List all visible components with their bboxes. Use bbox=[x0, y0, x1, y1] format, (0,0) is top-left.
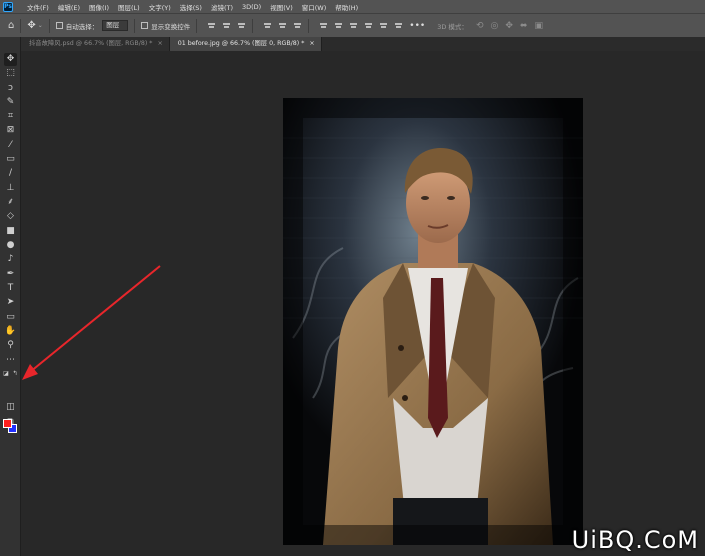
move-tool-icon[interactable]: ✥ bbox=[27, 20, 35, 31]
default-colors-icon[interactable]: ◪ bbox=[2, 367, 10, 380]
slide-3d-icon[interactable]: ⬌ bbox=[520, 21, 528, 31]
home-icon[interactable]: ⌂ bbox=[8, 20, 14, 31]
divider bbox=[196, 18, 198, 33]
menu-window[interactable]: 窗口(W) bbox=[302, 2, 327, 12]
move-tool-icon[interactable]: ✥ bbox=[4, 53, 17, 66]
type-tool-icon[interactable]: T bbox=[4, 282, 17, 295]
distribute-buttons bbox=[319, 21, 403, 30]
align-buttons-vertical bbox=[263, 21, 302, 30]
divider bbox=[48, 18, 50, 33]
tools-panel: ✥ ⬚ ↄ ✎ ⌗ ⊠ ⁄ ▭ / ⊥ ⸙ ◇ ■ ● ♪ ✒ T ➤ ▭ ✋ … bbox=[0, 37, 21, 556]
dodge-tool-icon[interactable]: ♪ bbox=[4, 253, 17, 266]
align-bottom-icon[interactable] bbox=[293, 21, 302, 30]
align-center-icon[interactable] bbox=[222, 21, 231, 30]
distribute-bottom-icon[interactable] bbox=[349, 21, 358, 30]
healing-brush-tool-icon[interactable]: ▭ bbox=[4, 153, 17, 166]
zoom-tool-icon[interactable]: ⚲ bbox=[4, 339, 17, 352]
menu-layer[interactable]: 图层(L) bbox=[118, 2, 140, 12]
menu-file[interactable]: 文件(F) bbox=[27, 2, 49, 12]
photoshop-logo[interactable]: Ps bbox=[3, 1, 13, 12]
stamp-tool-icon[interactable]: ⊥ bbox=[4, 182, 17, 195]
orbit-3d-icon[interactable]: ⟲ bbox=[476, 21, 484, 31]
close-icon[interactable]: × bbox=[157, 40, 162, 47]
roll-3d-icon[interactable]: ◎ bbox=[490, 21, 498, 31]
document-image[interactable] bbox=[283, 98, 583, 545]
lasso-tool-icon[interactable]: ↄ bbox=[4, 82, 17, 95]
foreground-color-swatch[interactable] bbox=[3, 419, 12, 428]
swap-colors-icon[interactable]: ↰ bbox=[11, 367, 19, 380]
hand-tool-icon[interactable]: ✋ bbox=[4, 325, 17, 338]
document-tabs: 抖音故障风.psd @ 66.7% (图层, RGB/8) * × 01 befo… bbox=[21, 37, 705, 51]
chevron-down-icon[interactable]: ⌄ bbox=[38, 22, 43, 29]
divider bbox=[252, 18, 254, 33]
history-brush-tool-icon[interactable]: ⸙ bbox=[4, 196, 17, 209]
distribute-center-icon[interactable] bbox=[379, 21, 388, 30]
menu-view[interactable]: 视图(V) bbox=[270, 2, 293, 12]
distribute-top-icon[interactable] bbox=[319, 21, 328, 30]
transform-controls-checkbox[interactable] bbox=[141, 22, 149, 29]
menu-select[interactable]: 选择(S) bbox=[180, 2, 202, 12]
quick-select-tool-icon[interactable]: ✎ bbox=[4, 96, 17, 109]
distribute-middle-icon[interactable] bbox=[334, 21, 343, 30]
menu-bar: Ps 文件(F) 编辑(E) 图像(I) 图层(L) 文字(Y) 选择(S) 滤… bbox=[0, 0, 705, 13]
menu-type[interactable]: 文字(Y) bbox=[149, 2, 171, 12]
distribute-right-icon[interactable] bbox=[394, 21, 403, 30]
align-right-icon[interactable] bbox=[237, 21, 246, 30]
scale-3d-icon[interactable]: ▣ bbox=[534, 21, 543, 31]
auto-select-label: 自动选择： bbox=[65, 22, 99, 31]
portrait-photo bbox=[283, 98, 583, 545]
divider bbox=[20, 18, 22, 33]
crop-tool-icon[interactable]: ⌗ bbox=[4, 110, 17, 123]
align-middle-icon[interactable] bbox=[278, 21, 287, 30]
path-select-tool-icon[interactable]: ➤ bbox=[4, 296, 17, 309]
watermark: UiBQ.CoM bbox=[571, 526, 699, 554]
options-bar: ⌂ ✥ ⌄ 自动选择： 图层 显示变换控件 ••• 3D 模式： ⟲ ◎ ✥ ⬌… bbox=[0, 13, 705, 37]
more-tools-icon[interactable]: ⋯ bbox=[4, 354, 17, 367]
distribute-left-icon[interactable] bbox=[364, 21, 373, 30]
tab-label: 01 before.jpg @ 66.7% (图层 0, RGB/8) * bbox=[177, 40, 305, 47]
menu-edit[interactable]: 编辑(E) bbox=[58, 2, 80, 12]
auto-select-dropdown[interactable]: 图层 bbox=[102, 20, 129, 31]
align-buttons bbox=[207, 21, 246, 30]
blur-tool-icon[interactable]: ● bbox=[4, 239, 17, 252]
gradient-tool-icon[interactable]: ■ bbox=[4, 225, 17, 238]
3d-mode-icons: ⟲ ◎ ✥ ⬌ ▣ bbox=[476, 21, 543, 31]
menu-help[interactable]: 帮助(H) bbox=[335, 2, 358, 12]
tab-document-1[interactable]: 抖音故障风.psd @ 66.7% (图层, RGB/8) * × bbox=[21, 37, 170, 51]
pen-tool-icon[interactable]: ✒ bbox=[4, 268, 17, 281]
auto-select-checkbox[interactable] bbox=[55, 22, 63, 29]
3d-mode-label: 3D 模式： bbox=[437, 22, 468, 31]
align-top-icon[interactable] bbox=[263, 21, 272, 30]
eraser-tool-icon[interactable]: ◇ bbox=[4, 210, 17, 223]
menu-filter[interactable]: 滤镜(T) bbox=[211, 2, 233, 12]
marquee-tool-icon[interactable]: ⬚ bbox=[4, 67, 17, 80]
menu-image[interactable]: 图像(I) bbox=[89, 2, 109, 12]
transform-controls-label: 显示变换控件 bbox=[151, 22, 191, 31]
divider bbox=[308, 18, 310, 33]
frame-tool-icon[interactable]: ⊠ bbox=[4, 124, 17, 137]
pan-3d-icon[interactable]: ✥ bbox=[505, 21, 513, 31]
eyedropper-tool-icon[interactable]: ⁄ bbox=[4, 139, 17, 152]
rectangle-tool-icon[interactable]: ▭ bbox=[4, 311, 17, 324]
tab-label: 抖音故障风.psd @ 66.7% (图层, RGB/8) * bbox=[29, 40, 153, 47]
tab-document-2[interactable]: 01 before.jpg @ 66.7% (图层 0, RGB/8) * × bbox=[169, 37, 322, 51]
menu-3d[interactable]: 3D(D) bbox=[242, 3, 261, 11]
brush-tool-icon[interactable]: / bbox=[4, 167, 17, 180]
close-icon[interactable]: × bbox=[309, 40, 314, 47]
divider bbox=[134, 18, 136, 33]
align-left-icon[interactable] bbox=[207, 21, 216, 30]
more-options-button[interactable]: ••• bbox=[409, 21, 425, 31]
quick-mask-icon[interactable]: ◫ bbox=[4, 401, 17, 414]
